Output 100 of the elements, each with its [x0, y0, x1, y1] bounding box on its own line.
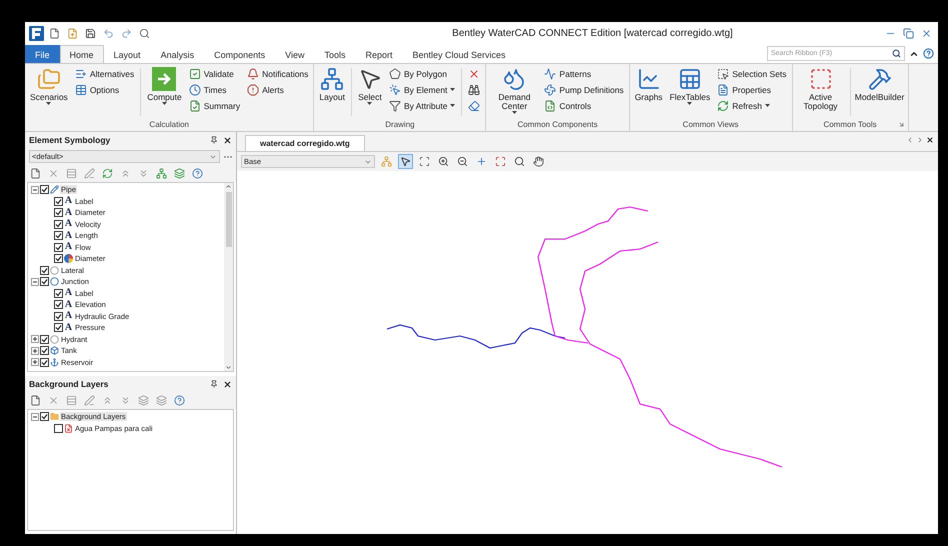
document-icon [188, 100, 201, 112]
checkbox[interactable] [40, 266, 49, 275]
checkbox[interactable] [40, 346, 49, 356]
checkbox[interactable] [54, 242, 63, 252]
ribbon-button[interactable]: Times [186, 82, 242, 97]
binoculars-icon [468, 84, 480, 96]
ribbon-button[interactable]: Compute [145, 66, 184, 106]
toolbar-button[interactable] [512, 154, 527, 169]
collapse-icon[interactable] [31, 186, 39, 194]
ribbon-button[interactable]: Demand Center [489, 66, 540, 115]
folder-icon [50, 412, 59, 422]
ribbon-tab[interactable]: Bentley Cloud Services [402, 45, 516, 63]
ribbon-button[interactable]: Alternatives [72, 66, 136, 81]
expand-icon[interactable] [31, 346, 39, 355]
collapse-icon[interactable] [31, 412, 39, 421]
checkbox[interactable] [40, 412, 49, 422]
checkbox[interactable] [54, 196, 63, 206]
ribbon-button[interactable]: Validate [186, 66, 242, 81]
eraser-icon [468, 100, 480, 112]
select-tool-button[interactable] [398, 154, 413, 169]
checkbox[interactable] [54, 231, 63, 240]
ribbon-button[interactable]: Pump Definitions [542, 82, 626, 97]
ribbon-button[interactable]: Alerts [245, 82, 310, 97]
ribbon-button[interactable]: Layout [317, 66, 347, 103]
ribbon-button[interactable]: By Element [386, 82, 458, 97]
redo-icon [121, 28, 132, 38]
ribbon-button[interactable]: Select [356, 66, 384, 106]
refresh-icon [102, 168, 113, 179]
pin-icon[interactable] [210, 380, 218, 388]
ribbon-button[interactable]: Options [72, 82, 136, 97]
ribbon-tab[interactable]: Layout [104, 45, 151, 63]
refresh-icon [717, 100, 730, 112]
checkbox[interactable] [54, 323, 63, 332]
ribbon-button[interactable]: Active Topology [796, 66, 846, 112]
ribbon-button[interactable]: Patterns [542, 66, 626, 81]
ribbon-button[interactable]: Summary [186, 98, 242, 113]
help-icon[interactable] [923, 48, 934, 59]
checkbox[interactable] [54, 254, 63, 264]
checkbox[interactable] [40, 277, 49, 286]
toolbar-button[interactable] [417, 154, 432, 169]
pencil-icon [50, 185, 59, 194]
scroll-up-icon[interactable] [225, 183, 232, 190]
ribbon-button[interactable]: ModelBuilder [854, 66, 905, 103]
ribbon-button[interactable]: Selection Sets [715, 66, 789, 81]
checkbox[interactable] [40, 358, 49, 367]
line-chart-icon [636, 67, 661, 91]
zoom-in-icon [438, 156, 449, 167]
ribbon-button[interactable]: FlexTables [668, 66, 712, 106]
checkbox[interactable] [54, 424, 63, 433]
checkbox[interactable] [54, 208, 63, 218]
toolbar-button[interactable] [436, 154, 451, 169]
ribbon-tab[interactable]: Components [204, 45, 276, 63]
ribbon-tab[interactable]: Analysis [150, 45, 204, 63]
checkbox[interactable] [54, 312, 63, 321]
close-icon[interactable] [926, 136, 934, 144]
close-icon[interactable] [223, 136, 232, 144]
scroll-left-icon[interactable] [906, 136, 914, 144]
ribbon-tab[interactable]: Report [355, 45, 402, 63]
delete-icon [48, 395, 59, 406]
clock-icon [188, 84, 201, 96]
circle-icon [50, 334, 59, 344]
checkbox[interactable] [54, 288, 63, 298]
scrollbar[interactable] [224, 183, 233, 371]
caret-icon [367, 102, 372, 105]
properties-icon [717, 84, 730, 96]
ribbon-button[interactable]: Properties [715, 82, 789, 97]
launcher-icon[interactable] [898, 121, 905, 128]
ribbon-tab[interactable]: Tools [314, 45, 356, 63]
pin-icon[interactable] [210, 136, 218, 144]
expand-icon[interactable] [31, 335, 39, 344]
toolbar-button[interactable] [455, 154, 470, 169]
move-up-icon [102, 395, 113, 406]
toolbar-button[interactable] [531, 154, 546, 169]
ribbon-button[interactable]: By Attribute [386, 98, 458, 113]
new-file-icon [30, 168, 41, 179]
checkbox[interactable] [54, 220, 63, 229]
ribbon-button[interactable]: Refresh [715, 98, 789, 113]
ribbon-button[interactable]: Controls [542, 98, 626, 113]
scroll-down-icon[interactable] [225, 364, 232, 371]
checkbox[interactable] [54, 300, 63, 310]
ribbon-tab[interactable]: Home [60, 45, 104, 63]
checkbox[interactable] [40, 334, 49, 344]
ribbon-tab[interactable]: File [25, 45, 60, 63]
checkbox[interactable] [40, 185, 49, 194]
delete-icon [48, 168, 59, 179]
caret-icon [512, 111, 517, 114]
ribbon-button[interactable]: Graphs [632, 66, 665, 103]
ribbon-tab[interactable]: View [275, 45, 314, 63]
ribbon-button[interactable]: Notifications [245, 66, 310, 81]
document-tab[interactable]: watercad corregido.wtg [245, 135, 365, 151]
ribbon-button[interactable]: By Polygon [386, 66, 458, 81]
expand-icon[interactable] [31, 358, 39, 366]
pattern-icon [544, 68, 556, 80]
close-icon[interactable] [223, 380, 232, 388]
annotation-icon: A [64, 288, 73, 298]
scroll-right-icon[interactable] [916, 136, 924, 144]
annotation-icon: A [64, 322, 73, 333]
ribbon-button[interactable]: Scenarios [28, 66, 70, 106]
collapse-icon[interactable] [31, 278, 39, 286]
toolbar-button[interactable] [466, 82, 482, 97]
